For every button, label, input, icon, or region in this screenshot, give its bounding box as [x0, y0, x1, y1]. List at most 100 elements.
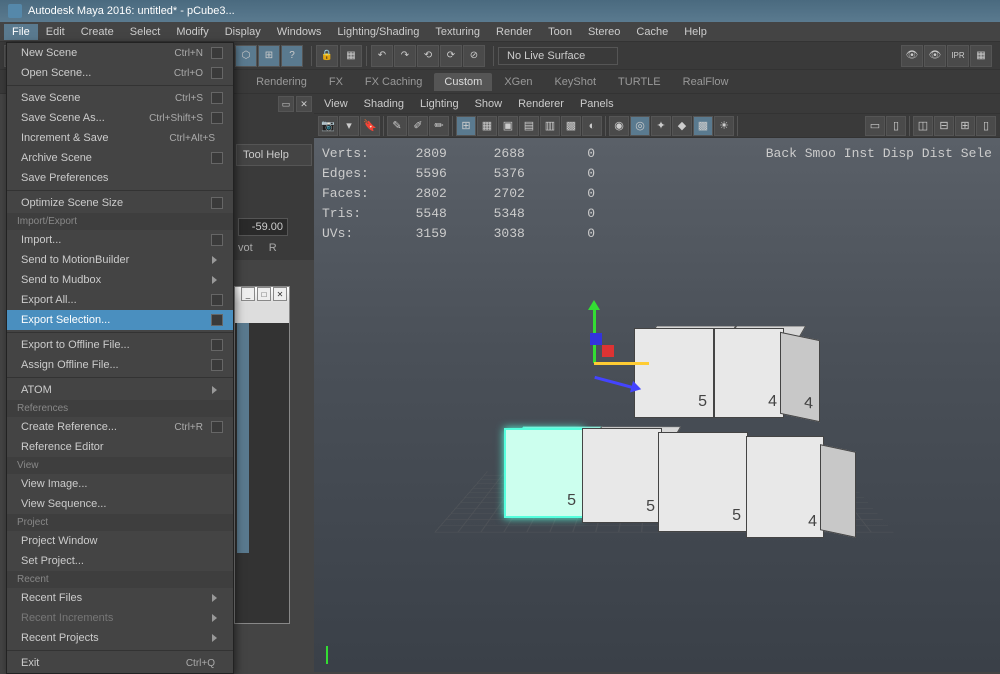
option-box-icon[interactable] [211, 112, 223, 124]
menu-item-export-all[interactable]: Export All... [7, 290, 233, 310]
menu-item-optimize-scene-size[interactable]: Optimize Scene Size [7, 193, 233, 213]
panel-dock-icon[interactable]: ▭ [278, 96, 294, 112]
render-icon[interactable]: 👁 [924, 45, 946, 67]
option-box-icon[interactable] [211, 314, 223, 326]
texture-icon[interactable]: ▩ [561, 116, 581, 136]
menu-file[interactable]: File [4, 24, 38, 40]
menu-item-increment-save[interactable]: Increment & SaveCtrl+Alt+S [7, 128, 233, 148]
menu-item-project-window[interactable]: Project Window [7, 531, 233, 551]
wireframe-icon[interactable]: ▦ [477, 116, 497, 136]
option-box-icon[interactable] [211, 197, 223, 209]
menu-lightingshading[interactable]: Lighting/Shading [329, 24, 427, 40]
viewport-menu-shading[interactable]: Shading [358, 96, 410, 112]
vt-icon[interactable]: ✦ [651, 116, 671, 136]
menu-item-send-to-motionbuilder[interactable]: Send to MotionBuilder [7, 250, 233, 270]
z-axis-icon[interactable] [594, 376, 633, 389]
grid-icon[interactable]: ⊞ [456, 116, 476, 136]
live-surface-dropdown[interactable]: No Live Surface [498, 47, 618, 65]
isolate-icon[interactable]: ◉ [609, 116, 629, 136]
menu-item-open-scene[interactable]: Open Scene...Ctrl+O [7, 63, 233, 83]
menu-render[interactable]: Render [488, 24, 540, 40]
menu-stereo[interactable]: Stereo [580, 24, 628, 40]
shaded-icon[interactable]: ▤ [519, 116, 539, 136]
panel-close-icon[interactable]: ✕ [296, 96, 312, 112]
minimize-icon[interactable]: _ [241, 287, 255, 301]
option-box-icon[interactable] [211, 92, 223, 104]
vt-icon[interactable]: ▾ [339, 116, 359, 136]
camera-icon[interactable]: 📷 [318, 116, 338, 136]
option-box-icon[interactable] [211, 359, 223, 371]
menu-select[interactable]: Select [122, 24, 169, 40]
menu-help[interactable]: Help [676, 24, 715, 40]
option-box-icon[interactable] [211, 67, 223, 79]
menu-item-view-image[interactable]: View Image... [7, 474, 233, 494]
shelf-tab-custom[interactable]: Custom [434, 73, 492, 91]
xray-icon[interactable]: ◎ [630, 116, 650, 136]
viewport-menu-panels[interactable]: Panels [574, 96, 620, 112]
menu-item-create-reference[interactable]: Create Reference...Ctrl+R [7, 417, 233, 437]
menu-item-recent-projects[interactable]: Recent Projects [7, 628, 233, 648]
snap-icon[interactable]: ? [281, 45, 303, 67]
menu-create[interactable]: Create [73, 24, 122, 40]
menu-windows[interactable]: Windows [269, 24, 330, 40]
option-box-icon[interactable] [211, 294, 223, 306]
history-icon[interactable]: ⟲ [417, 45, 439, 67]
viewport-menu-renderer[interactable]: Renderer [512, 96, 570, 112]
shelf-tab-rendering[interactable]: Rendering [246, 73, 317, 91]
scrollbar[interactable] [237, 323, 249, 553]
option-box-icon[interactable] [211, 47, 223, 59]
vt-icon[interactable]: ◆ [672, 116, 692, 136]
manip-center-icon[interactable] [602, 345, 614, 357]
menu-item-view-sequence[interactable]: View Sequence... [7, 494, 233, 514]
shelf-tab-xgen[interactable]: XGen [494, 73, 542, 91]
menu-modify[interactable]: Modify [168, 24, 216, 40]
render-settings-icon[interactable]: ▦ [970, 45, 992, 67]
menu-cache[interactable]: Cache [628, 24, 676, 40]
layout-icon[interactable]: ▯ [976, 116, 996, 136]
shaded-icon[interactable]: ▥ [540, 116, 560, 136]
option-box-icon[interactable] [211, 421, 223, 433]
option-box-icon[interactable] [211, 152, 223, 164]
menu-item-save-scene[interactable]: Save SceneCtrl+S [7, 88, 233, 108]
menu-item-recent-files[interactable]: Recent Files [7, 588, 233, 608]
shelf-tab-realflow[interactable]: RealFlow [673, 73, 739, 91]
snap-icon[interactable]: ⬡ [235, 45, 257, 67]
layout-icon[interactable]: ◫ [913, 116, 933, 136]
option-box-icon[interactable] [211, 339, 223, 351]
shade-icon[interactable]: ✎ [387, 116, 407, 136]
viewport-menu-show[interactable]: Show [469, 96, 509, 112]
tool-help-button[interactable]: Tool Help [236, 144, 312, 166]
layout-icon[interactable]: ⊟ [934, 116, 954, 136]
numeric-input[interactable] [238, 218, 288, 236]
layout-icon[interactable]: ⊞ [955, 116, 975, 136]
menu-item-import[interactable]: Import... [7, 230, 233, 250]
viewport-menu-lighting[interactable]: Lighting [414, 96, 465, 112]
render-icon[interactable]: 👁 [901, 45, 923, 67]
maximize-icon[interactable]: □ [257, 287, 271, 301]
menu-item-save-preferences[interactable]: Save Preferences [7, 168, 233, 188]
menu-texturing[interactable]: Texturing [427, 24, 488, 40]
ipr-icon[interactable]: IPR [947, 45, 969, 67]
manip-center-icon[interactable] [590, 333, 602, 345]
menu-item-set-project[interactable]: Set Project... [7, 551, 233, 571]
x-axis-icon[interactable] [594, 362, 649, 365]
shade-icon[interactable]: ✐ [408, 116, 428, 136]
menu-edit[interactable]: Edit [38, 24, 73, 40]
snap-icon[interactable]: ⊞ [258, 45, 280, 67]
menu-item-export-selection[interactable]: Export Selection... [7, 310, 233, 330]
viewport-menu-view[interactable]: View [318, 96, 354, 112]
menu-display[interactable]: Display [217, 24, 269, 40]
shelf-tab-fxcaching[interactable]: FX Caching [355, 73, 432, 91]
light-icon[interactable]: ☀ [714, 116, 734, 136]
menu-item-archive-scene[interactable]: Archive Scene [7, 148, 233, 168]
gate-icon[interactable]: ▭ [865, 116, 885, 136]
menu-item-send-to-mudbox[interactable]: Send to Mudbox [7, 270, 233, 290]
bookmark-icon[interactable]: 🔖 [360, 116, 380, 136]
shaded-icon[interactable]: ▣ [498, 116, 518, 136]
menu-toon[interactable]: Toon [540, 24, 580, 40]
menu-item-save-scene-as[interactable]: Save Scene As...Ctrl+Shift+S [7, 108, 233, 128]
shade-icon[interactable]: ✏ [429, 116, 449, 136]
light-icon[interactable]: ◐ [582, 116, 602, 136]
redo-icon[interactable]: ↷ [394, 45, 416, 67]
menu-item-reference-editor[interactable]: Reference Editor [7, 437, 233, 457]
